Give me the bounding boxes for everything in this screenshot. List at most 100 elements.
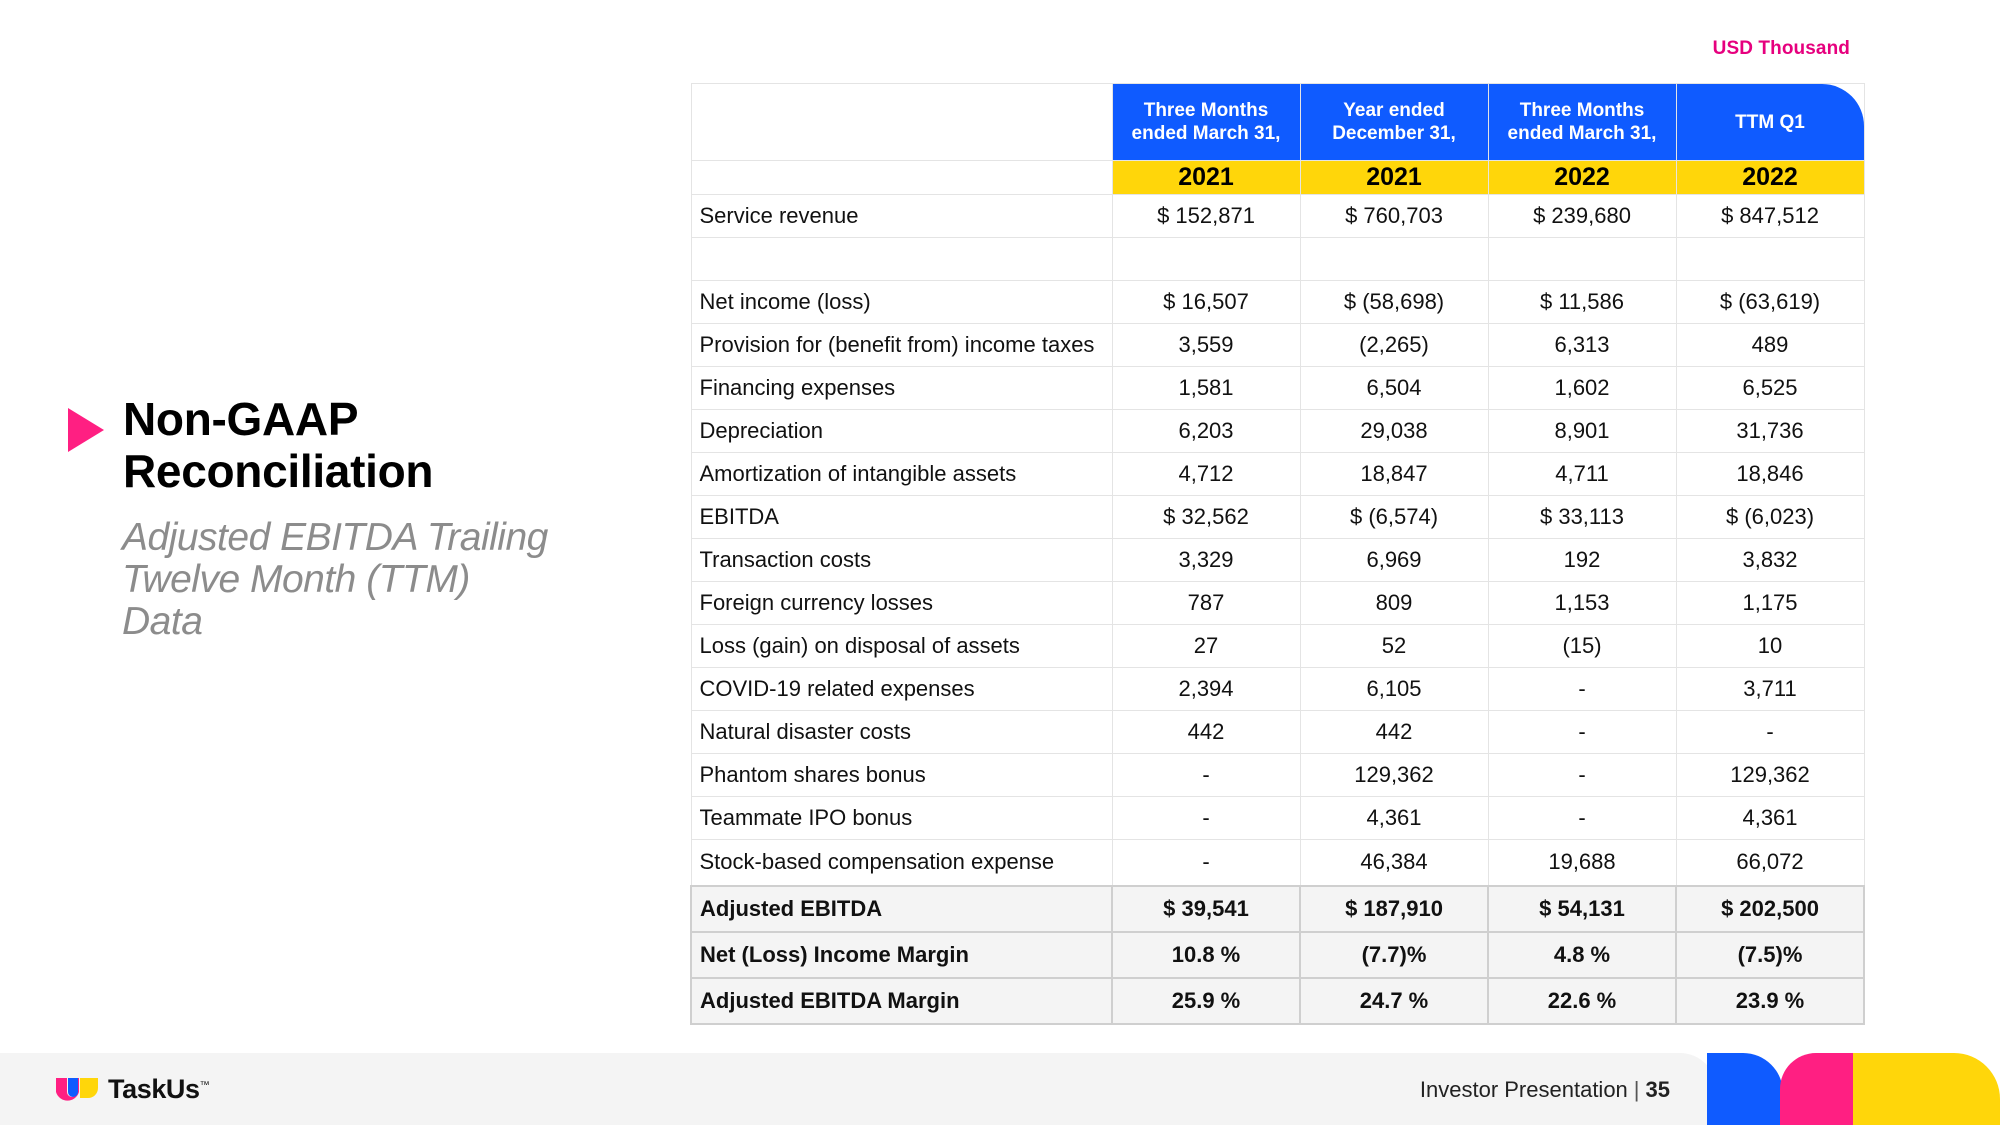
row-value: - xyxy=(1487,796,1677,840)
taskus-logo-icon xyxy=(56,1078,98,1101)
table-row: Teammate IPO bonus -4,361-4,361 xyxy=(690,796,1865,840)
row-value: 129,362 xyxy=(1675,753,1865,797)
table-row: Service revenue $ 152,871 $ 760,703 $ 239,6… xyxy=(690,194,1865,238)
column-header-line2: December 31, xyxy=(1332,123,1456,144)
row-value: 1,153 xyxy=(1487,581,1677,625)
row-value: 809 xyxy=(1299,581,1489,625)
row-label: Stock-based compensation expense xyxy=(690,839,1113,886)
page-subtitle-line-3: Data xyxy=(122,600,203,643)
total-row: Net (Loss) Income Margin 10.8 % (7.7)% 4.8 … xyxy=(690,930,1865,979)
row-value: 1,581 xyxy=(1111,366,1301,410)
row-label: Net (Loss) Income Margin xyxy=(690,930,1113,979)
row-label: EBITDA xyxy=(690,495,1113,539)
row-label: Foreign currency losses xyxy=(690,581,1113,625)
table-row: Net income (loss) $ 16,507 $ (58,698) $ 11,… xyxy=(690,280,1865,324)
column-header-line2: ended March 31, xyxy=(1131,123,1281,144)
year-row: 2021 2021 2022 2022 xyxy=(690,160,1865,195)
row-value: 6,525 xyxy=(1675,366,1865,410)
row-value: (7.5)% xyxy=(1675,930,1865,979)
footer-label: Investor Presentation | 35 xyxy=(1420,1077,1670,1103)
column-header-line1: Three Months xyxy=(1519,100,1645,121)
row-value: 29,038 xyxy=(1299,409,1489,453)
row-label: Amortization of intangible assets xyxy=(690,452,1113,496)
row-value: 46,384 xyxy=(1299,839,1489,886)
page-number: 35 xyxy=(1645,1077,1670,1102)
table-totals: Adjusted EBITDA $ 39,541 $ 187,910 $ 54,131… xyxy=(690,884,1865,1025)
row-value: $ 11,586 xyxy=(1487,280,1677,324)
row-value: 4,711 xyxy=(1487,452,1677,496)
row-value xyxy=(1111,237,1301,281)
row-label: Loss (gain) on disposal of assets xyxy=(690,624,1113,668)
row-value: 24.7 % xyxy=(1299,976,1489,1025)
row-value: 3,559 xyxy=(1111,323,1301,367)
table-row: Foreign currency losses 787 809 1,153 1,175 xyxy=(690,581,1865,625)
row-label: Transaction costs xyxy=(690,538,1113,582)
column-header: TTM Q1 xyxy=(1675,83,1865,161)
row-value: - xyxy=(1487,710,1677,754)
row-value: $ 847,512 xyxy=(1675,194,1865,238)
page-title-line-2: Reconciliation xyxy=(123,445,434,497)
table-row: Transaction costs 3,329 6,969 192 3,832 xyxy=(690,538,1865,582)
units-label: USD Thousand xyxy=(1712,38,1850,59)
row-value: 22.6 % xyxy=(1487,976,1677,1025)
trademark-mark: ™ xyxy=(199,1080,210,1091)
row-value: $ 33,113 xyxy=(1487,495,1677,539)
table-row: Depreciation 6,203 29,038 8,901 31,736 xyxy=(690,409,1865,453)
table-row: Provision for (benefit from) income taxe… xyxy=(690,323,1865,367)
row-value: $ (63,619) xyxy=(1675,280,1865,324)
row-value: 6,969 xyxy=(1299,538,1489,582)
row-value: 25.9 % xyxy=(1111,976,1301,1025)
page-title-line-1: Non-GAAP xyxy=(123,393,359,445)
row-value: 10.8 % xyxy=(1111,930,1301,979)
column-header-line1: Year ended xyxy=(1343,100,1445,121)
row-value: $ 202,500 xyxy=(1675,884,1865,933)
decor-pink-shape xyxy=(1780,1053,1855,1125)
row-label: Net income (loss) xyxy=(690,280,1113,324)
row-value: 10 xyxy=(1675,624,1865,668)
play-triangle-icon xyxy=(68,408,104,452)
row-value xyxy=(1487,237,1677,281)
column-header: Three Months ended March 31, xyxy=(1487,83,1677,161)
decor-blue-shape xyxy=(1707,1053,1783,1125)
row-label xyxy=(690,237,1113,281)
row-value: - xyxy=(1111,839,1301,886)
table-row: Stock-based compensation expense -46,384 1… xyxy=(690,839,1865,886)
row-value: $ 54,131 xyxy=(1487,884,1677,933)
column-header-line2: ended March 31, xyxy=(1507,123,1657,144)
row-value: 4,361 xyxy=(1675,796,1865,840)
row-value xyxy=(1299,237,1489,281)
row-value: 3,329 xyxy=(1111,538,1301,582)
table-row: Phantom shares bonus -129,362-129,362 xyxy=(690,753,1865,797)
page-subtitle: Adjusted EBITDA Trailing Twelve Month (T… xyxy=(122,517,582,643)
table-row: Natural disaster costs 442 442- - xyxy=(690,710,1865,754)
decor-yellow-shape xyxy=(1853,1053,2000,1125)
row-value: 8,901 xyxy=(1487,409,1677,453)
row-value: $ (6,023) xyxy=(1675,495,1865,539)
row-value: 6,313 xyxy=(1487,323,1677,367)
row-value: 129,362 xyxy=(1299,753,1489,797)
reconciliation-table: Three Months ended March 31, Year ended De… xyxy=(690,83,1865,1025)
row-label: COVID-19 related expenses xyxy=(690,667,1113,711)
row-value: 787 xyxy=(1111,581,1301,625)
row-value: 18,847 xyxy=(1299,452,1489,496)
row-label: Teammate IPO bonus xyxy=(690,796,1113,840)
row-value: 2,394 xyxy=(1111,667,1301,711)
column-year: 2021 xyxy=(1111,160,1301,195)
row-value: 489 xyxy=(1675,323,1865,367)
column-header-line1: TTM Q1 xyxy=(1735,111,1805,133)
row-value: 31,736 xyxy=(1675,409,1865,453)
row-value: 442 xyxy=(1299,710,1489,754)
brand-text: TaskUs xyxy=(108,1074,200,1104)
row-value: $ 187,910 xyxy=(1299,884,1489,933)
row-value: 4,361 xyxy=(1299,796,1489,840)
row-value: 23.9 % xyxy=(1675,976,1865,1025)
column-header-line1: Three Months xyxy=(1143,100,1269,121)
row-value: 6,504 xyxy=(1299,366,1489,410)
row-value: $ (58,698) xyxy=(1299,280,1489,324)
row-label: Provision for (benefit from) income taxe… xyxy=(690,323,1113,367)
row-value: 3,832 xyxy=(1675,538,1865,582)
row-value: $ 16,507 xyxy=(1111,280,1301,324)
column-year: 2021 xyxy=(1299,160,1489,195)
row-value: 192 xyxy=(1487,538,1677,582)
total-row: Adjusted EBITDA Margin 25.9 % 24.7 % 22.6 %… xyxy=(690,976,1865,1025)
